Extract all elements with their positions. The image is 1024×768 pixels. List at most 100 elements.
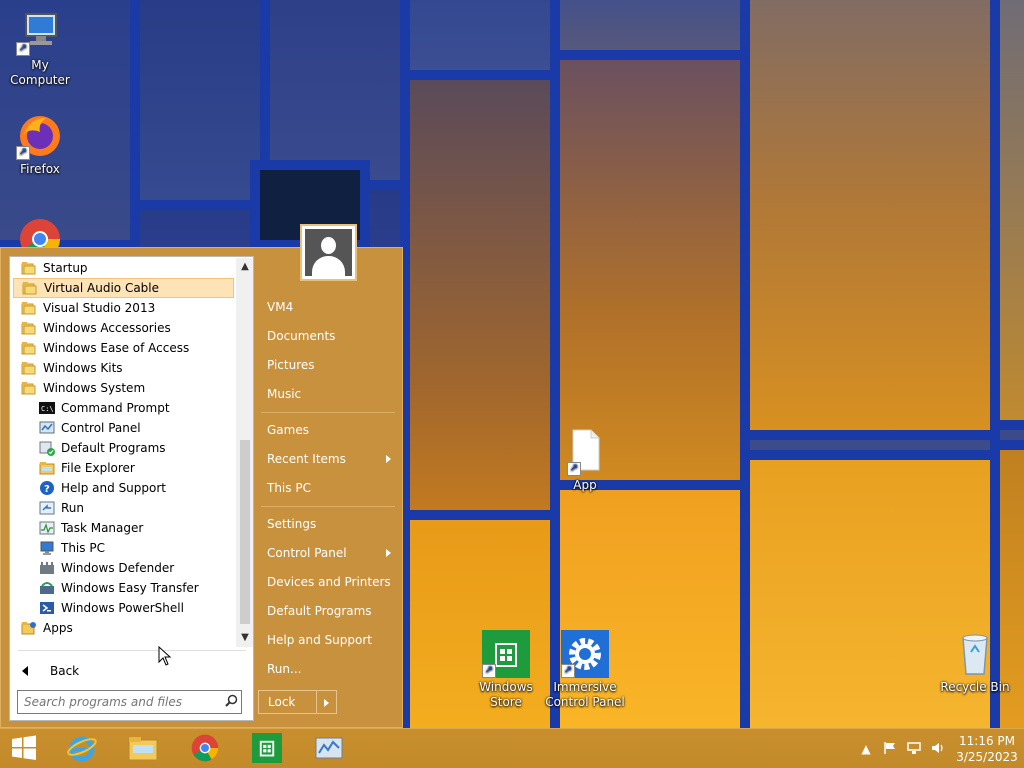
start-menu-link[interactable]: Devices and Printers [259, 568, 399, 597]
program-item[interactable]: Task Manager [11, 518, 236, 538]
folder-icon [21, 260, 37, 276]
program-item[interactable]: Default Programs [11, 438, 236, 458]
start-menu-link[interactable]: Settings [259, 510, 399, 539]
taskbar-control-panel[interactable] [299, 729, 359, 768]
desktop-icon-firefox[interactable]: ↗ Firefox [0, 112, 80, 177]
program-label: Help and Support [61, 481, 166, 495]
program-label: Startup [43, 261, 88, 275]
start-menu: Startup Virtual Audio Cable Visual Studio … [0, 224, 403, 728]
start-menu-link-label: Settings [267, 517, 317, 531]
program-label: Apps [43, 621, 73, 635]
program-label: Control Panel [61, 421, 141, 435]
taskbar-store[interactable] [237, 729, 297, 768]
power-options-arrow-icon[interactable] [316, 691, 336, 713]
start-menu-link[interactable]: VM4 [259, 293, 399, 322]
program-item[interactable]: Windows System [11, 378, 236, 398]
program-item[interactable]: Windows Ease of Access [11, 338, 236, 358]
back-button[interactable]: Back [10, 660, 247, 682]
user-avatar[interactable] [300, 224, 357, 281]
start-menu-link[interactable]: Help and Support [259, 626, 399, 655]
start-menu-link[interactable]: Pictures [259, 351, 399, 380]
cmd-icon: C:\ [39, 400, 55, 416]
desktop-icon-app[interactable]: ↗ App [545, 428, 625, 493]
program-item[interactable]: Visual Studio 2013 [11, 298, 236, 318]
computer-icon: ↗ [16, 8, 64, 56]
scroll-down-icon[interactable]: ▼ [236, 629, 254, 647]
taskbar-file-explorer[interactable] [113, 729, 173, 768]
start-button[interactable] [0, 729, 48, 768]
desktop-icon-recycle-bin[interactable]: Recycle Bin [935, 630, 1015, 695]
network-icon[interactable] [902, 741, 926, 758]
folder-icon [21, 340, 37, 356]
program-label: Windows Accessories [43, 321, 171, 335]
start-menu-link-label: Default Programs [267, 604, 372, 618]
start-menu-link[interactable]: Games [259, 416, 399, 445]
folder-icon [21, 320, 37, 336]
start-menu-link[interactable]: Recent Items [259, 445, 399, 474]
start-menu-link-label: Recent Items [267, 452, 346, 466]
program-label: Windows System [43, 381, 146, 395]
program-item[interactable]: Windows PowerShell [11, 598, 236, 618]
default-programs-icon [39, 440, 55, 456]
start-menu-link-label: This PC [267, 481, 311, 495]
svg-text:?: ? [44, 484, 50, 495]
program-item[interactable]: Windows Easy Transfer [11, 578, 236, 598]
back-label: Back [50, 664, 80, 678]
desktop-icon-immersive-control-panel[interactable]: ↗ Immersive Control Panel [545, 630, 625, 710]
program-item[interactable]: Startup [11, 258, 236, 278]
start-menu-link[interactable]: Documents [259, 322, 399, 351]
start-menu-link-label: Pictures [267, 358, 315, 372]
divider [261, 506, 395, 507]
program-item[interactable]: Control Panel [11, 418, 236, 438]
desktop-icon-my-computer[interactable]: ↗ My Computer [0, 8, 80, 88]
divider [18, 650, 246, 651]
program-item[interactable]: C:\ Command Prompt [11, 398, 236, 418]
start-menu-link[interactable]: Control Panel [259, 539, 399, 568]
taskbar-internet-explorer[interactable] [52, 729, 112, 768]
file-explorer-icon [127, 732, 159, 767]
program-label: Windows Ease of Access [43, 341, 190, 355]
computer-icon [39, 540, 55, 556]
program-item[interactable]: Run [11, 498, 236, 518]
scrollbar-thumb[interactable] [240, 440, 250, 624]
lock-button[interactable]: Lock [258, 690, 337, 714]
show-hidden-icons-icon[interactable]: ▲ [854, 742, 878, 756]
task-manager-icon [39, 520, 55, 536]
clock[interactable]: 11:16 PM 3/25/2023 [950, 733, 1024, 765]
taskbar: ▲ 11:16 PM 3/25/2023 [0, 728, 1024, 768]
start-menu-link-label: Run... [267, 662, 302, 676]
start-menu-link[interactable]: Default Programs [259, 597, 399, 626]
start-menu-link[interactable]: This PC [259, 474, 399, 503]
program-item[interactable]: File Explorer [11, 458, 236, 478]
program-label: Default Programs [61, 441, 166, 455]
taskbar-chrome[interactable] [175, 729, 235, 768]
program-item[interactable]: Windows Accessories [11, 318, 236, 338]
programs-panel: Startup Virtual Audio Cable Visual Studio … [9, 256, 254, 721]
clock-date: 3/25/2023 [956, 750, 1018, 764]
action-center-flag-icon[interactable] [878, 741, 902, 758]
search-input[interactable] [18, 695, 221, 709]
program-item[interactable]: Windows Kits [11, 358, 236, 378]
start-menu-right-column: VM4 Documents Pictures Music Games Recent Ite… [259, 293, 399, 684]
search-icon[interactable] [221, 694, 241, 711]
program-item[interactable]: Virtual Audio Cable [13, 278, 234, 298]
start-menu-link[interactable]: Run... [259, 655, 399, 684]
scroll-up-icon[interactable]: ▲ [236, 258, 254, 276]
volume-icon[interactable] [926, 741, 950, 758]
file-explorer-icon [39, 460, 55, 476]
program-item[interactable]: Apps [11, 618, 236, 638]
firefox-icon: ↗ [16, 112, 64, 160]
help-icon: ? [39, 480, 55, 496]
start-menu-link-label: Documents [267, 329, 336, 343]
program-item[interactable]: This PC [11, 538, 236, 558]
internet-explorer-icon [66, 732, 98, 767]
program-item[interactable]: ? Help and Support [11, 478, 236, 498]
back-arrow-icon [22, 666, 28, 676]
search-box[interactable] [17, 690, 242, 714]
desktop-icon-windows-store[interactable]: ↗ Windows Store [466, 630, 546, 710]
start-menu-link[interactable]: Music [259, 380, 399, 409]
program-label: Windows Kits [43, 361, 123, 375]
run-icon [39, 500, 55, 516]
programs-scrollbar[interactable]: ▲ ▼ [236, 258, 253, 647]
program-item[interactable]: Windows Defender [11, 558, 236, 578]
